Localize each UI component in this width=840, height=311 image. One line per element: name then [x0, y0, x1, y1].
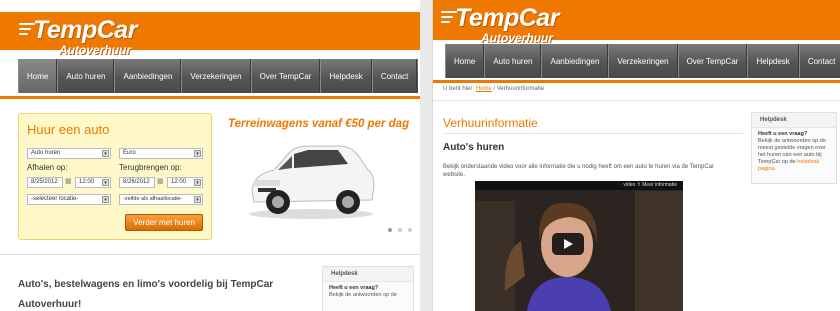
site-header: TempCar Autoverhuur: [0, 12, 420, 56]
pickup-label: Afhalen op:: [27, 163, 68, 172]
return-time-select[interactable]: 12:00 ▾: [167, 177, 203, 188]
return-label: Terugbrengen op:: [119, 163, 182, 172]
nav-aanbiedingen[interactable]: Aanbiedingen: [541, 44, 609, 78]
nav-over-tempcar[interactable]: Over TempCar: [250, 59, 321, 93]
nav-home[interactable]: Home: [445, 44, 485, 78]
chevron-down-icon: ▾: [194, 196, 201, 203]
chevron-down-icon: ▾: [102, 196, 109, 203]
nav-home[interactable]: Home: [18, 59, 58, 93]
main-nav: Home Auto huren Aanbiedingen Verzekering…: [18, 59, 418, 93]
video-top-bar[interactable]: video ⇑ Meer informatie: [475, 181, 683, 190]
helpdesk-question: Heeft u een vraag?: [758, 131, 808, 137]
helpdesk-text: Bekijk de antwoorden op de meest gesteld…: [758, 138, 826, 172]
nav-contact[interactable]: Contact: [371, 59, 418, 93]
nav-auto-huren[interactable]: Auto huren: [57, 59, 115, 93]
play-icon[interactable]: [552, 233, 584, 255]
title-divider: [443, 133, 743, 134]
slider-dot[interactable]: [408, 228, 412, 232]
helpdesk-question: Heeft u een vraag?: [329, 285, 379, 291]
booking-title: Huur een auto: [27, 122, 110, 137]
nav-auto-huren[interactable]: Auto huren: [484, 44, 542, 78]
currency-select[interactable]: Euro ▾: [119, 148, 203, 159]
helpdesk-box: Helpdesk Heeft u een vraag? Bekijk de an…: [322, 266, 414, 311]
nav-verzekeringen[interactable]: Verzekeringen: [608, 44, 678, 78]
helpdesk-text: Bekijk de antwoorden op de: [329, 292, 397, 298]
section-divider: [0, 254, 420, 255]
nav-contact[interactable]: Contact: [798, 44, 840, 78]
nav-verzekeringen[interactable]: Verzekeringen: [181, 59, 251, 93]
helpdesk-box: Helpdesk Heeft u een vraag? Bekijk de an…: [751, 112, 837, 184]
pickup-time-select[interactable]: 12:00 ▾: [75, 177, 111, 188]
section-subtitle: Auto's huren: [443, 142, 505, 153]
pickup-date-input[interactable]: 8/25/2012: [27, 177, 63, 188]
calendar-icon[interactable]: ▦: [157, 177, 164, 185]
tempcar-logo[interactable]: TempCar Autoverhuur: [19, 18, 137, 56]
type-select[interactable]: Auto huren ▾: [27, 148, 111, 159]
nav-underline: [0, 96, 420, 99]
section-description: Bekijk onderstaande video voor alle info…: [443, 164, 715, 178]
promo-headline[interactable]: Terreinwagens vanaf €50 per dag: [228, 118, 409, 130]
homepage-screenshot: TempCar Autoverhuur Home Auto huren Aanb…: [0, 0, 420, 311]
tempcar-logo[interactable]: TempCar Autoverhuur: [441, 6, 559, 44]
chevron-down-icon: ▾: [102, 179, 109, 186]
video-player[interactable]: video ⇑ Meer informatie: [475, 181, 683, 311]
chevron-down-icon: ▾: [194, 179, 201, 186]
nav-over-tempcar[interactable]: Over TempCar: [677, 44, 748, 78]
breadcrumb-home-link[interactable]: Home: [476, 86, 492, 92]
nav-helpdesk[interactable]: Helpdesk: [747, 44, 799, 78]
breadcrumb: U bent hier: Home / Verhuurinformatie: [443, 86, 545, 92]
helpdesk-title: Helpdesk: [752, 113, 836, 128]
main-nav: Home Auto huren Aanbiedingen Verzekering…: [445, 44, 840, 78]
continue-rental-button[interactable]: Verder met huren: [125, 214, 203, 231]
nav-helpdesk[interactable]: Helpdesk: [320, 59, 372, 93]
logo-speed-stripes: [441, 11, 457, 26]
return-location-select[interactable]: -zelfde als afhaallocatie- ▾: [119, 194, 203, 205]
helpdesk-title: Helpdesk: [323, 267, 413, 282]
intro-heading: Auto's, bestelwagens en limo's voordelig…: [18, 279, 274, 310]
chevron-down-icon: ▾: [194, 150, 201, 157]
suv-car-image: [249, 145, 375, 219]
nav-aanbiedingen[interactable]: Aanbiedingen: [114, 59, 182, 93]
nav-underline: [433, 80, 840, 83]
chevron-down-icon: ▾: [102, 150, 109, 157]
breadcrumb-current: / Verhuurinformatie: [493, 86, 545, 92]
page-title: Verhuurinformatie: [443, 116, 538, 130]
logo-speed-stripes: [19, 23, 35, 38]
breadcrumb-divider: [433, 100, 840, 101]
calendar-icon[interactable]: ▦: [65, 177, 72, 185]
slider-dot[interactable]: [388, 228, 392, 232]
slider-dots: [388, 228, 412, 232]
pickup-location-select[interactable]: -selecteer locatie- ▾: [27, 194, 111, 205]
site-header: TempCar Autoverhuur: [433, 0, 840, 44]
booking-form: Huur een auto Auto huren ▾ Euro ▾ Afhalen …: [18, 113, 212, 240]
info-page-screenshot: TempCar Autoverhuur Home Auto huren Aanb…: [432, 0, 840, 311]
slider-dot[interactable]: [398, 228, 402, 232]
return-date-input[interactable]: 8/26/2012: [119, 177, 155, 188]
